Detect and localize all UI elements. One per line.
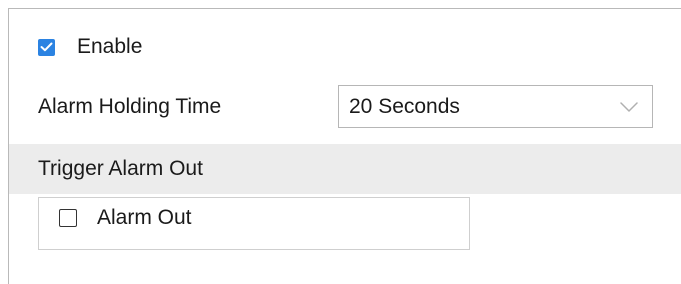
enable-checkbox[interactable] <box>38 38 55 56</box>
alarm-out-checkbox[interactable] <box>59 209 77 227</box>
alarm-holding-time-select[interactable]: 20 Seconds <box>338 85 653 128</box>
alarm-holding-time-value[interactable]: 20 Seconds <box>349 93 618 121</box>
enable-checkbox-row[interactable]: Enable <box>38 33 142 61</box>
trigger-alarm-out-header: Trigger Alarm Out <box>9 144 681 194</box>
checkmark-icon <box>40 42 53 52</box>
chevron-down-icon[interactable] <box>618 100 640 114</box>
alarm-out-label[interactable]: Alarm Out <box>97 204 192 232</box>
alarm-out-list: Alarm Out <box>38 197 470 250</box>
alarm-settings-panel: Enable Alarm Holding Time 20 Seconds Tri… <box>0 0 681 284</box>
section-title: Trigger Alarm Out <box>38 157 203 180</box>
enable-label[interactable]: Enable <box>77 33 142 61</box>
alarm-holding-time-label: Alarm Holding Time <box>38 95 222 118</box>
alarm-out-checkbox-row[interactable]: Alarm Out <box>59 204 192 232</box>
panel-top-border <box>8 8 681 9</box>
